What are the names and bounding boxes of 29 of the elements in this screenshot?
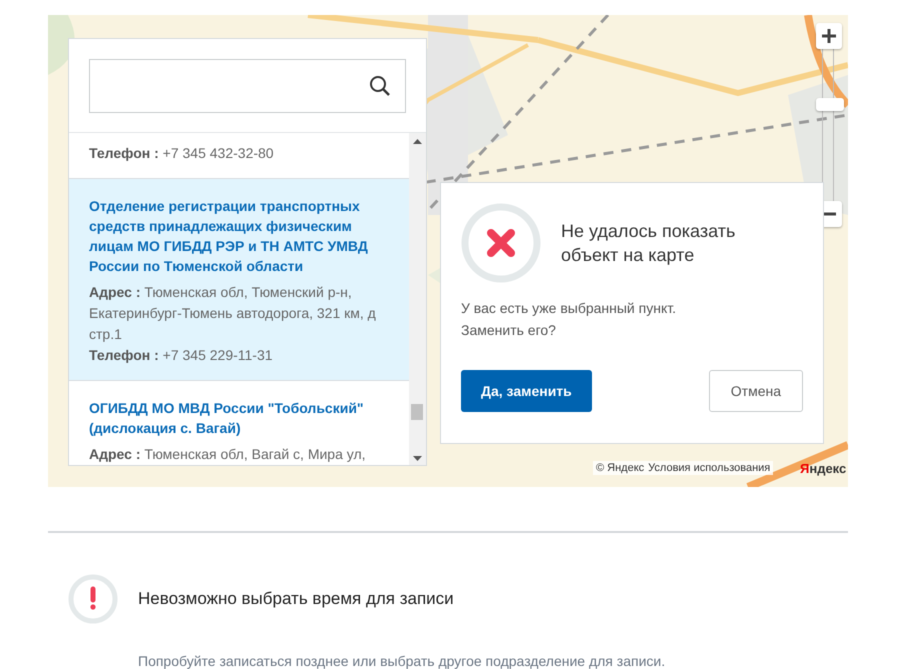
- zoom-in-button[interactable]: [816, 23, 842, 49]
- office-list-item[interactable]: [69, 179, 409, 381]
- copyright-text: © Яндекс: [596, 462, 644, 474]
- warning-icon: [68, 574, 118, 624]
- office-address: Адрес : Тюменская обл, Тюменский р-н, Екатеринбург-Тюмень автодорога, 321 км, д стр.1: [89, 283, 377, 344]
- scroll-up-icon[interactable]: [413, 139, 422, 144]
- cancel-button[interactable]: Отмена: [708, 370, 803, 412]
- scroll-down-icon[interactable]: [413, 456, 422, 461]
- error-icon: [461, 203, 541, 283]
- notice-text: Попробуйте записаться позднее или выбрать другое подразделение для записи.: [138, 653, 666, 669]
- zoom-slider-handle[interactable]: [816, 98, 844, 111]
- office-address: Адрес : Тюменская обл, Вагай с, Мира ул,: [89, 445, 367, 464]
- office-title: Отделение регистрации транспортных средств принадлежащих физическим лицам МО ГИБДД РЭР и ТН АМТС УМВД России по Тюменской области: [89, 197, 369, 276]
- notice-title: Невозможно выбрать время для записи: [138, 589, 454, 609]
- terms-link[interactable]: Условия использования: [648, 462, 770, 474]
- map-logo: Яндекс: [800, 461, 846, 476]
- office-phone: Телефон : +7 345 432-32-80: [89, 144, 275, 163]
- minus-icon: [822, 212, 836, 216]
- search-icon[interactable]: [369, 75, 391, 97]
- search-field[interactable]: [89, 59, 406, 113]
- scrollbar[interactable]: [409, 133, 426, 465]
- plus-icon: [822, 29, 836, 43]
- scrollbar-thumb[interactable]: [411, 404, 423, 420]
- office-title: ОГИБДД МО МВД России "Тобольский" (дислокация с. Вагай): [89, 399, 365, 438]
- dialog-title: Не удалось показать объект на карте: [561, 220, 736, 267]
- dialog-message: У вас есть уже выбранный пункт.: [461, 299, 677, 318]
- office-phone: Телефон : +7 345 229-11-31: [89, 346, 274, 365]
- dialog-message: Заменить его?: [461, 321, 557, 340]
- confirm-button[interactable]: Да, заменить: [461, 370, 592, 412]
